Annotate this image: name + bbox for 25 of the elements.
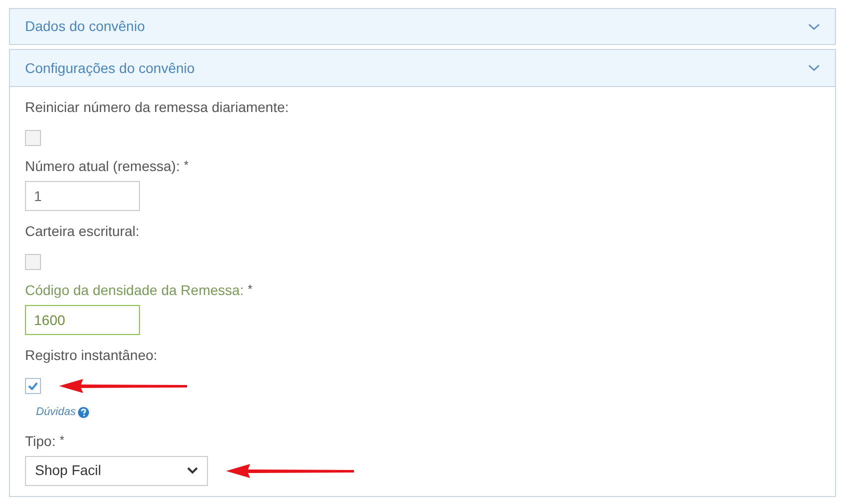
arrow-icon [59,379,189,393]
field-label: Reiniciar número da remessa diariamente: [25,98,289,117]
required-mark: * [248,281,252,298]
input-field[interactable]: 1600 [25,305,140,335]
check-icon [28,382,38,390]
arrow-icon [226,464,356,478]
checkbox[interactable] [25,254,41,270]
checkbox[interactable] [25,378,41,394]
panel-header[interactable]: Dados do convênio [10,9,835,44]
input-field[interactable]: 1 [25,181,140,211]
chevron-icon [808,22,820,30]
help-icon[interactable] [78,406,89,418]
field-label: Código da densidade da Remessa: [25,281,244,300]
field-label: Carteira escritural: [25,222,140,241]
checkbox[interactable] [25,130,41,146]
dropdown[interactable]: Shop Facil [25,456,208,486]
help-link[interactable]: Dúvidas [36,404,76,420]
field-label: Registro instantâneo: [25,346,158,365]
chevron-icon [808,64,820,72]
required-mark: * [184,157,188,174]
field-label: Tipo: [25,432,56,451]
panel-header[interactable]: Configurações do convênio [10,50,835,87]
field-label: Número atual (remessa): [25,157,180,176]
required-mark: * [60,432,64,448]
caret-icon [187,467,198,474]
